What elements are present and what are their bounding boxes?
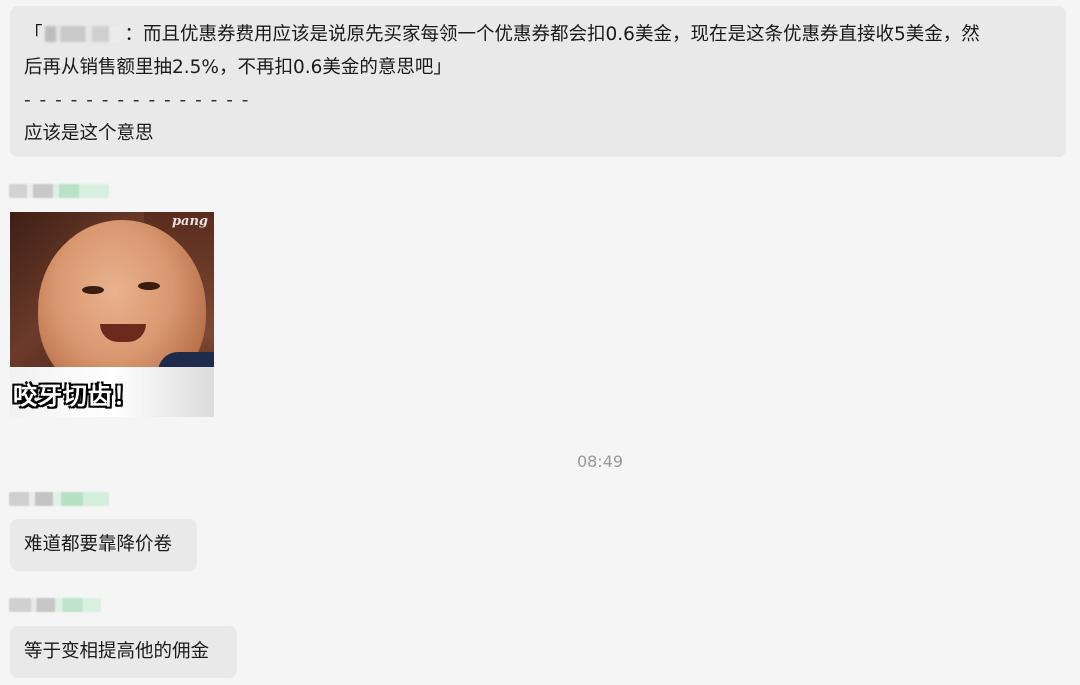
- quote-divider: - - - - - - - - - - - - - - -: [24, 90, 250, 111]
- quote-text-line-2: 后再从销售额里抽2.5%，不再扣0.6美金的意思吧」: [24, 57, 452, 78]
- blurred-sender-name: [9, 598, 101, 612]
- quote-line-1: 「 ：而且优惠券费用应该是说原先买家每领一个优惠券都会扣0.6美金，现在是这条优惠…: [24, 18, 1052, 51]
- blurred-quoted-name: [44, 26, 123, 42]
- blurred-sender-name: [9, 184, 109, 198]
- message-bubble[interactable]: 等于变相提高他的佣金: [10, 626, 237, 678]
- sticker-watermark: pang: [171, 214, 208, 229]
- message-timestamp: 08:49: [576, 452, 624, 471]
- quote-text-line-1: ：而且优惠券费用应该是说原先买家每领一个优惠券都会扣0.6美金，现在是这条优惠券…: [124, 24, 980, 45]
- sticker-image[interactable]: pang 咬牙切齿！: [10, 212, 214, 417]
- quoted-message-bubble[interactable]: 「 ：而且优惠券费用应该是说原先买家每领一个优惠券都会扣0.6美金，现在是这条优惠…: [10, 6, 1066, 157]
- blurred-sender-name: [9, 492, 109, 506]
- chat-window: 「 ：而且优惠券费用应该是说原先买家每领一个优惠券都会扣0.6美金，现在是这条优惠…: [0, 0, 1080, 685]
- quote-open-bracket: 「: [24, 24, 43, 45]
- quote-reply-text: 应该是这个意思: [24, 123, 154, 144]
- message-bubble[interactable]: 难道都要靠降价卷: [10, 519, 197, 571]
- sticker-caption: 咬牙切齿！: [13, 382, 138, 410]
